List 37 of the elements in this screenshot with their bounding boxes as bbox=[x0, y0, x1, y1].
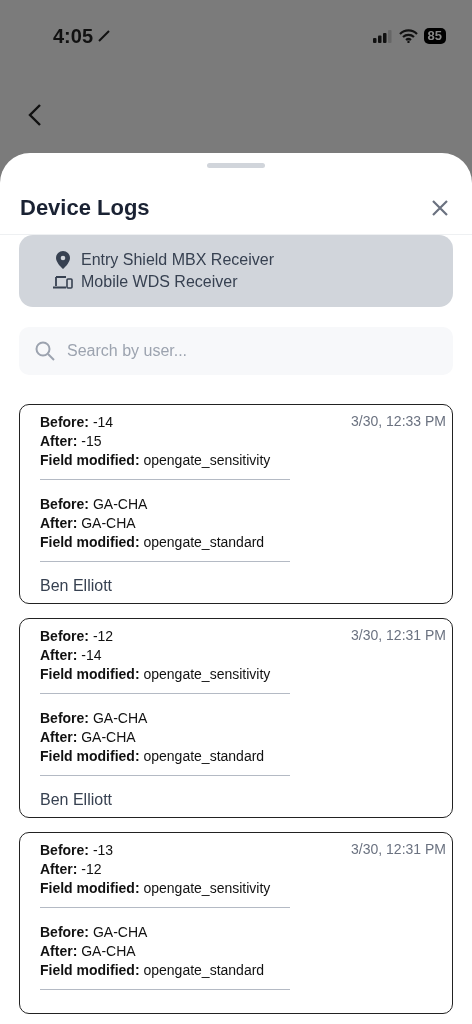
change-line: Field modified: opengate_sensitivity bbox=[40, 665, 271, 684]
laptop-phone-icon bbox=[53, 274, 73, 290]
change-line: Before: GA-CHA bbox=[40, 923, 148, 942]
drag-handle[interactable] bbox=[207, 163, 265, 168]
change-line: Before: GA-CHA bbox=[40, 709, 148, 728]
change-line: Before: -12 bbox=[40, 627, 114, 646]
back-icon[interactable] bbox=[28, 104, 42, 126]
user-name: Ben Elliott bbox=[40, 577, 113, 595]
change-line: After: GA-CHA bbox=[40, 514, 136, 533]
change-line: Field modified: opengate_standard bbox=[40, 747, 265, 766]
device-name: Mobile WDS Receiver bbox=[81, 273, 238, 291]
change-line: Field modified: opengate_standard bbox=[40, 533, 265, 552]
change-line: Field modified: opengate_sensitivity bbox=[40, 879, 271, 898]
change-line: Field modified: opengate_sensitivity bbox=[40, 451, 271, 470]
change-line: After: -14 bbox=[40, 646, 102, 665]
battery-level: 85 bbox=[423, 28, 446, 44]
device-name: Entry Shield MBX Receiver bbox=[81, 251, 274, 269]
user-name: Ben Elliott bbox=[40, 791, 113, 809]
change-line: After: GA-CHA bbox=[40, 942, 136, 961]
log-timestamp: 3/30, 12:33 PM bbox=[351, 413, 446, 429]
change-line: Before: -13 bbox=[40, 841, 114, 860]
log-timestamp: 3/30, 12:31 PM bbox=[351, 627, 446, 643]
change-line: After: -15 bbox=[40, 432, 102, 451]
change-line: After: GA-CHA bbox=[40, 728, 136, 747]
sheet-title: Device Logs bbox=[20, 195, 150, 221]
search-field[interactable]: Search by user... bbox=[19, 327, 453, 375]
map-pin-icon bbox=[56, 251, 70, 269]
close-icon[interactable] bbox=[432, 200, 448, 216]
clock-time: 4:05 bbox=[53, 24, 94, 48]
change-line: Before: -14 bbox=[40, 413, 114, 432]
change-line: Field modified: opengate_standard bbox=[40, 961, 265, 980]
pencil-icon bbox=[97, 29, 112, 43]
log-timestamp: 3/30, 12:31 PM bbox=[351, 841, 446, 857]
signal-icon bbox=[372, 29, 393, 43]
change-line: Before: GA-CHA bbox=[40, 495, 148, 514]
wifi-icon bbox=[398, 29, 418, 43]
change-line: After: -12 bbox=[40, 860, 102, 879]
